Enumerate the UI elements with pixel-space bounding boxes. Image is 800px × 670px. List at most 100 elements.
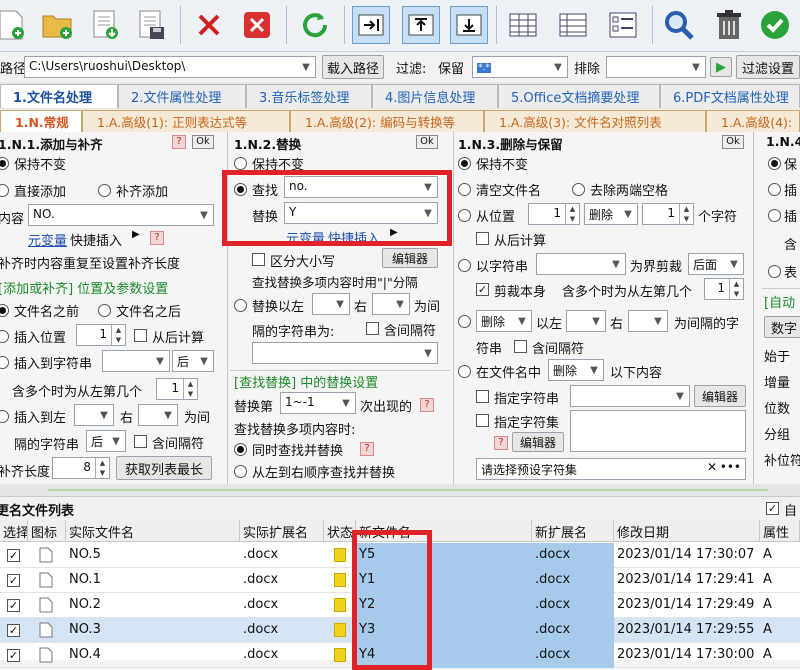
between-str-input[interactable]: ▼ xyxy=(252,342,438,364)
insert-left-radio[interactable] xyxy=(0,410,9,423)
chevron-down-icon[interactable]: ▼ xyxy=(337,393,355,413)
include-sep-checkbox[interactable] xyxy=(514,340,527,353)
tab-advanced-encoding[interactable]: 1.A.高级(2): 编码与转换等 xyxy=(290,110,484,132)
cut-dir-select[interactable]: 后面 ▼ xyxy=(688,253,744,275)
include-sep-checkbox[interactable] xyxy=(366,322,379,335)
help-icon[interactable]: ? xyxy=(360,442,374,456)
keep-radio[interactable] xyxy=(458,157,471,170)
pad-add-radio[interactable] xyxy=(98,184,111,197)
trim-spaces-radio[interactable] xyxy=(572,183,585,196)
include-sep-checkbox[interactable] xyxy=(134,435,147,448)
chevron-down-icon[interactable]: ▼ xyxy=(585,360,603,380)
col-attr[interactable]: 属性 xyxy=(760,520,800,542)
chevron-down-icon[interactable]: ▼ xyxy=(587,311,605,331)
add-folder-icon[interactable] xyxy=(38,6,76,44)
right-input[interactable]: ▼ xyxy=(628,310,668,332)
simultaneous-radio[interactable] xyxy=(234,443,247,456)
right-input[interactable]: ▼ xyxy=(138,404,178,426)
chevron-down-icon[interactable]: ▼ xyxy=(619,204,637,224)
sequential-radio[interactable] xyxy=(234,465,247,478)
spin-icon[interactable]: ▲ ▼ xyxy=(111,325,125,345)
from-back-checkbox[interactable] xyxy=(134,329,147,342)
caret-right-icon[interactable]: ▶ xyxy=(132,229,140,240)
in-name-radio[interactable] xyxy=(458,365,471,378)
specify-set-checkbox[interactable] xyxy=(476,414,489,427)
play-icon[interactable]: ▶ xyxy=(710,57,732,77)
clear-icon[interactable] xyxy=(238,6,276,44)
right-input[interactable]: ▼ xyxy=(372,293,410,315)
chevron-down-icon[interactable]: ▼ xyxy=(671,386,689,406)
col-ext[interactable]: 实际扩展名 xyxy=(240,520,324,542)
keep-radio[interactable] xyxy=(768,157,781,170)
tab-file-attributes[interactable]: 2.文件属性处理 xyxy=(118,84,246,108)
chevron-down-icon[interactable]: ▼ xyxy=(391,294,409,314)
spin-icon[interactable]: ▲ ▼ xyxy=(679,204,693,224)
new-ext-cell[interactable]: .docx xyxy=(532,593,614,618)
cut-self-checkbox[interactable]: ✓ xyxy=(476,283,489,296)
from-back-checkbox[interactable] xyxy=(476,232,489,245)
boundary-str-input[interactable]: ▼ xyxy=(536,253,626,275)
chevron-down-icon[interactable]: ▼ xyxy=(649,311,667,331)
row-checkbox[interactable]: ✓ xyxy=(7,599,20,612)
meta-var-link[interactable]: 元变量 xyxy=(28,230,67,249)
specify-str-checkbox[interactable] xyxy=(476,390,489,403)
tab-office-summary[interactable]: 5.Office文档摘要处理 xyxy=(498,84,660,108)
help-icon[interactable]: ? xyxy=(494,436,508,450)
keep-radio[interactable] xyxy=(234,157,247,170)
insert2-radio[interactable] xyxy=(768,209,781,222)
row-checkbox[interactable]: ✓ xyxy=(7,624,20,637)
help-icon[interactable]: ? xyxy=(172,135,186,149)
tab-pdf-properties[interactable]: 6.PDF文档属性处理 xyxy=(660,84,800,108)
close-icon[interactable]: ✕ xyxy=(707,460,717,474)
columns-icon[interactable] xyxy=(504,6,542,44)
tab-filename[interactable]: 1.文件名处理 xyxy=(0,84,118,108)
spin-icon[interactable]: ▲ ▼ xyxy=(95,458,109,478)
chevron-down-icon[interactable]: ▼ xyxy=(687,57,705,77)
check-icon[interactable] xyxy=(756,6,794,44)
multi-which-stepper[interactable]: 1 ▲ ▼ xyxy=(704,278,744,300)
import-list-icon[interactable] xyxy=(86,6,124,44)
quick-insert-label[interactable]: 快捷插入 xyxy=(70,230,122,249)
search-icon[interactable] xyxy=(660,6,698,44)
help-icon[interactable]: ? xyxy=(150,231,164,245)
op-select[interactable]: 删除 ▼ xyxy=(584,203,638,225)
col-name[interactable]: 实际文件名 xyxy=(66,520,240,542)
pad-len-stepper[interactable]: 8 ▲ ▼ xyxy=(52,457,110,479)
editor-button[interactable]: 编辑器 xyxy=(382,248,438,268)
load-path-button[interactable]: 载入路径 xyxy=(322,55,384,79)
add-file-icon[interactable] xyxy=(0,6,30,44)
editor-button[interactable]: 编辑器 xyxy=(694,385,746,407)
between-radio[interactable] xyxy=(458,315,471,328)
rows-icon[interactable] xyxy=(554,6,592,44)
col-select[interactable]: 选择 xyxy=(0,520,28,542)
row-checkbox[interactable]: ✓ xyxy=(7,649,20,662)
tab-image-info[interactable]: 4.图片信息处理 xyxy=(372,84,498,108)
chevron-down-icon[interactable]: ▼ xyxy=(607,254,625,274)
left-input[interactable]: ▼ xyxy=(566,310,606,332)
between-dir-select[interactable]: 后 ▼ xyxy=(86,430,126,452)
preset-select[interactable]: 请选择预设字符集 ✕ ••• xyxy=(476,458,746,480)
path-input[interactable]: C:\Users\ruoshui\Desktop\ ▼ xyxy=(24,56,316,78)
keep-radio[interactable] xyxy=(0,157,9,170)
insert-radio[interactable] xyxy=(768,183,781,196)
checklist-icon[interactable] xyxy=(604,6,642,44)
specify-set-input[interactable] xyxy=(570,410,746,452)
ok-button[interactable]: Ok xyxy=(416,135,438,149)
ok-button[interactable]: Ok xyxy=(192,135,214,149)
chevron-down-icon[interactable]: ▼ xyxy=(549,57,567,77)
help-icon[interactable]: ? xyxy=(420,398,434,412)
from-pos-radio[interactable] xyxy=(458,209,471,222)
after-name-radio[interactable] xyxy=(98,304,111,317)
from-pos-stepper[interactable]: 1 ▲ ▼ xyxy=(528,203,580,225)
keep-filter-input[interactable]: *.* ▼ xyxy=(472,56,568,78)
insert-pos-stepper[interactable]: 1 ▲ ▼ xyxy=(76,324,126,346)
expr-radio[interactable] xyxy=(768,265,781,278)
before-name-radio[interactable] xyxy=(0,304,9,317)
insert-to-str-radio[interactable] xyxy=(0,356,9,369)
row-checkbox[interactable]: ✓ xyxy=(7,549,20,562)
get-max-button[interactable]: 获取列表最长 xyxy=(116,456,212,480)
tab-advanced-regex[interactable]: 1.A.高级(1): 正则表达式等 xyxy=(82,110,290,132)
editor-button-2[interactable]: 编辑器 xyxy=(512,432,564,452)
chevron-down-icon[interactable]: ▼ xyxy=(331,294,349,314)
replace-left-radio[interactable] xyxy=(234,299,247,312)
